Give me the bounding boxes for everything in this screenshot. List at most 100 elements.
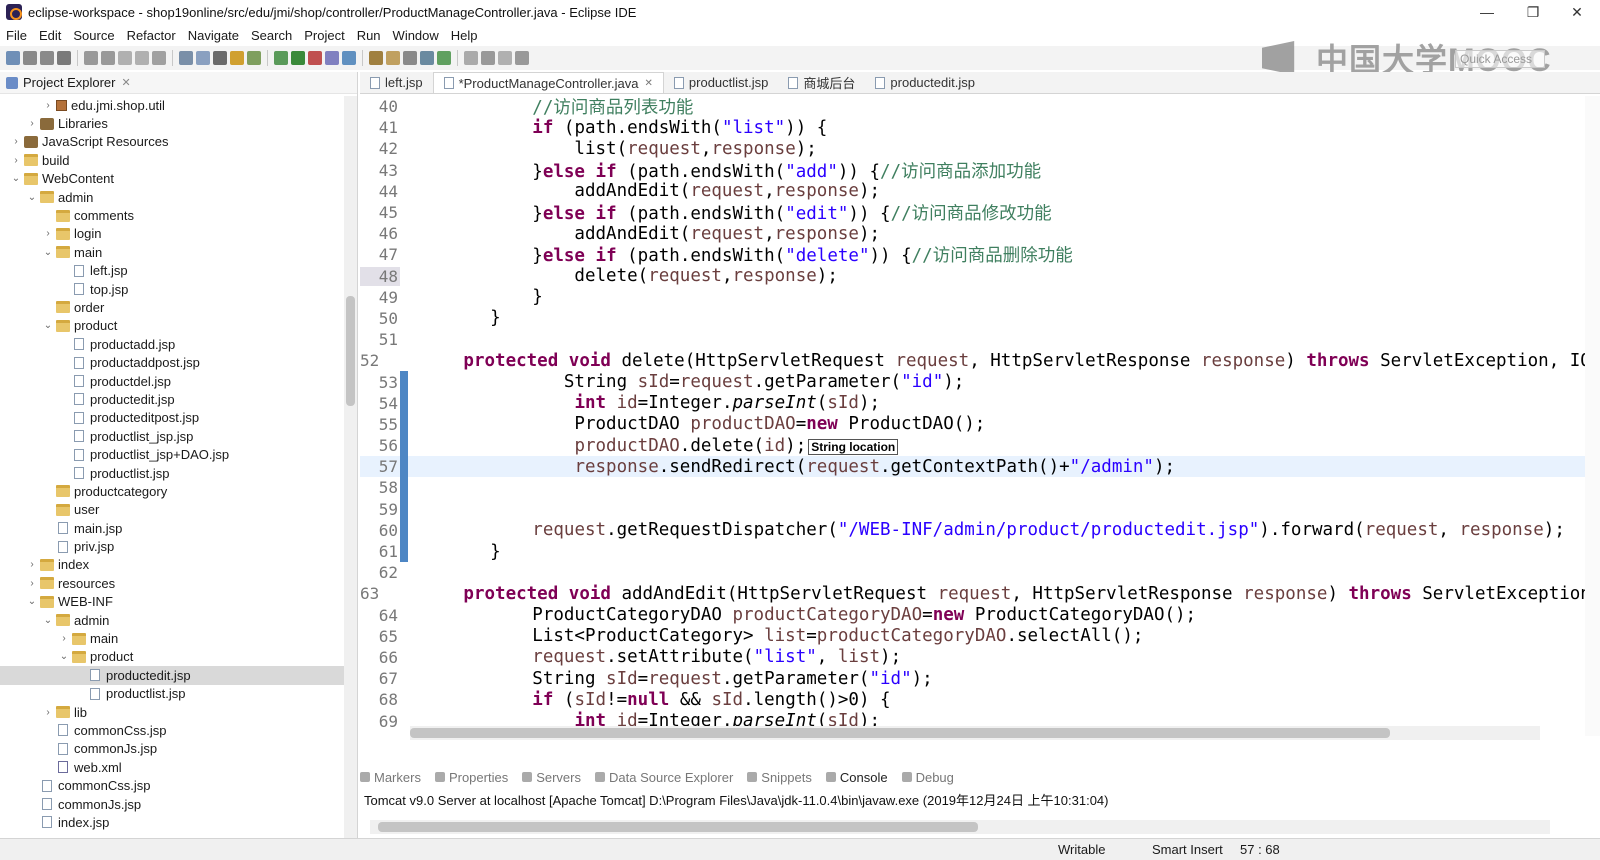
toolbar-icon-6[interactable] [118, 51, 132, 65]
chevron-down-icon[interactable]: ⌄ [10, 173, 22, 184]
code-line[interactable]: 49 } [360, 287, 1585, 308]
tree-item[interactable]: ⌄ admin [0, 188, 345, 206]
tree-item[interactable]: ⌄ main [0, 243, 345, 261]
tree-item[interactable]: commonJs.jsp [0, 740, 345, 758]
toolbar-icon-15[interactable] [291, 51, 305, 65]
code-line[interactable]: 54 int id=Integer.parseInt(sId); [360, 392, 1585, 414]
tree-item[interactable]: commonJs.jsp [0, 795, 345, 813]
tree-item[interactable]: productedit.jsp [0, 666, 345, 685]
code-line[interactable]: 40 //访问商品列表功能 [360, 96, 1585, 118]
chevron-right-icon[interactable]: › [58, 633, 70, 644]
console-tab[interactable]: Servers [522, 770, 581, 785]
tree-item[interactable]: user [0, 501, 345, 519]
code-line[interactable]: 58 [360, 477, 1585, 499]
code-area[interactable]: 40 //访问商品列表功能 41 if (path.endsWith("list"… [360, 96, 1585, 736]
chevron-right-icon[interactable]: › [42, 707, 54, 718]
scrollbar-thumb[interactable] [378, 822, 978, 832]
chevron-down-icon[interactable]: ⌄ [42, 247, 54, 258]
editor-vertical-scrollbar[interactable] [1585, 96, 1600, 736]
toolbar-icon-10[interactable] [196, 51, 210, 65]
tree-item[interactable]: comments [0, 206, 345, 224]
toolbar-icon-24[interactable] [464, 51, 478, 65]
tree-item[interactable]: ⌄ admin [0, 611, 345, 629]
code-line[interactable]: 60 request.getRequestDispatcher("/WEB-IN… [360, 519, 1585, 541]
tree-item[interactable]: › Libraries [0, 114, 345, 132]
console-horizontal-scrollbar[interactable] [370, 820, 1550, 834]
code-line[interactable]: 43 }else if (path.endsWith("add")) {//访问… [360, 160, 1585, 182]
console-tab[interactable]: Debug [901, 770, 954, 785]
toolbar-icon-5[interactable] [101, 51, 115, 65]
chevron-right-icon[interactable]: › [10, 136, 22, 147]
code-line[interactable]: 57 response.sendRedirect(request.getCont… [360, 456, 1585, 478]
toolbar-icon-18[interactable] [342, 51, 356, 65]
close-button[interactable]: ✕ [1554, 0, 1600, 24]
menu-edit[interactable]: Edit [33, 28, 67, 43]
tree-item[interactable]: main.jsp [0, 519, 345, 537]
scrollbar-thumb[interactable] [410, 728, 1390, 738]
code-line[interactable]: 65 List<ProductCategory> list=productCat… [360, 626, 1585, 647]
editor-tab[interactable]: productlist.jsp [664, 72, 778, 93]
editor-tab[interactable]: *ProductManageController.java ✕ [432, 72, 664, 93]
maximize-button[interactable]: ❐ [1510, 0, 1556, 24]
chevron-right-icon[interactable]: › [10, 155, 22, 166]
tree-item[interactable]: › main [0, 629, 345, 647]
tree-item[interactable]: › build [0, 151, 345, 169]
tree-item[interactable]: › lib [0, 703, 345, 721]
toolbar-icon-11[interactable] [213, 51, 227, 65]
menu-navigate[interactable]: Navigate [182, 28, 245, 43]
code-line[interactable]: 46 addAndEdit(request,response); [360, 223, 1585, 244]
code-line[interactable]: 45 }else if (path.endsWith("edit")) {//访… [360, 202, 1585, 224]
tree-item[interactable]: productlist.jsp [0, 685, 345, 703]
toolbar-icon-20[interactable] [386, 51, 400, 65]
code-line[interactable]: 61 } [360, 540, 1585, 563]
editor-tab[interactable]: left.jsp [360, 72, 433, 93]
chevron-right-icon[interactable]: › [42, 100, 54, 111]
console-tab[interactable]: Properties [434, 770, 508, 785]
menu-project[interactable]: Project [298, 28, 350, 43]
console-tab[interactable]: Snippets [747, 770, 812, 785]
code-line[interactable]: 52 protected void delete(HttpServletRequ… [360, 350, 1585, 371]
code-line[interactable]: 59 [360, 498, 1585, 520]
tree-item[interactable]: priv.jsp [0, 537, 345, 555]
code-line[interactable]: 47 }else if (path.endsWith("delete")) {/… [360, 244, 1585, 266]
tree-item[interactable]: productlist.jsp [0, 464, 345, 482]
code-line[interactable]: 63 protected void addAndEdit(HttpServlet… [360, 583, 1585, 604]
code-line[interactable]: 41 if (path.endsWith("list")) { [360, 117, 1585, 138]
tree-item[interactable]: productdel.jsp [0, 372, 345, 390]
toolbar-icon-23[interactable] [437, 51, 451, 65]
code-line[interactable]: 64 ProductCategoryDAO productCategoryDAO… [360, 605, 1585, 626]
code-line[interactable]: 44 addAndEdit(request,response); [360, 181, 1585, 202]
tree-item[interactable]: top.jsp [0, 280, 345, 298]
toolbar-icon-25[interactable] [481, 51, 495, 65]
menu-search[interactable]: Search [245, 28, 298, 43]
toolbar-icon-9[interactable] [179, 51, 193, 65]
chevron-right-icon[interactable]: › [42, 228, 54, 239]
menu-help[interactable]: Help [445, 28, 484, 43]
toolbar-icon-12[interactable] [230, 51, 244, 65]
tree-item[interactable]: commonCss.jsp [0, 776, 345, 794]
tree-item[interactable]: index.jsp [0, 813, 345, 831]
editor-tab[interactable]: 商城后台 [778, 72, 865, 93]
code-line[interactable]: 67 String sId=request.getParameter("id")… [360, 668, 1585, 689]
scrollbar-thumb[interactable] [346, 296, 355, 406]
tree-item[interactable]: productlist_jsp.jsp [0, 427, 345, 445]
toolbar-icon-3[interactable] [57, 51, 71, 65]
toolbar-icon-16[interactable] [308, 51, 322, 65]
code-line[interactable]: 51 [360, 329, 1585, 350]
chevron-down-icon[interactable]: ⌄ [58, 651, 70, 662]
chevron-down-icon[interactable]: ⌄ [42, 320, 54, 331]
toolbar-icon-17[interactable] [325, 51, 339, 65]
toolbar-icon-13[interactable] [247, 51, 261, 65]
explorer-scrollbar[interactable] [344, 96, 357, 841]
toolbar-icon-0[interactable] [6, 51, 20, 65]
tree-item[interactable]: › resources [0, 574, 345, 592]
chevron-right-icon[interactable]: › [26, 118, 38, 129]
console-tab[interactable]: Markers [360, 770, 421, 785]
minimize-button[interactable]: — [1464, 0, 1510, 24]
tree-item[interactable]: producteditpost.jsp [0, 409, 345, 427]
menu-run[interactable]: Run [351, 28, 387, 43]
code-line[interactable]: 55 ProductDAO productDAO=new ProductDAO(… [360, 413, 1585, 435]
project-explorer-title[interactable]: Project Explorer [23, 75, 115, 90]
menu-source[interactable]: Source [67, 28, 120, 43]
toolbar-icon-4[interactable] [84, 51, 98, 65]
